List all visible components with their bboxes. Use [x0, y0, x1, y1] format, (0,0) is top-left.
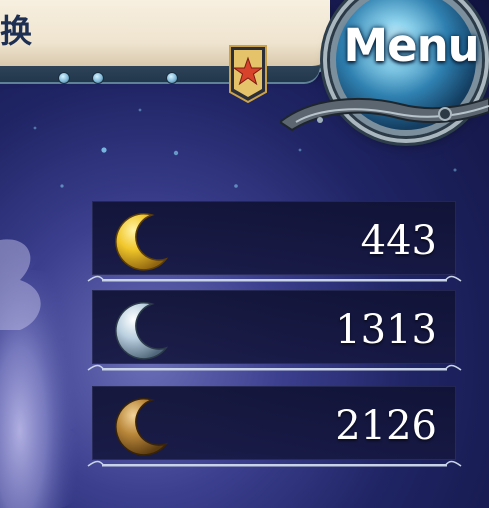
page-title: 换 [0, 12, 33, 50]
trim-gem [92, 72, 104, 84]
currency-amount: 1313 [335, 307, 437, 353]
trim-gem [166, 72, 178, 84]
trim-gem [58, 72, 70, 84]
currency-row-bronze-moon: 2126 [86, 380, 463, 468]
title-banner [0, 0, 330, 70]
currency-row-gold-moon: 443 [86, 195, 463, 283]
silver-moon-icon [115, 302, 169, 360]
currency-row-silver-moon: 1313 [86, 284, 463, 372]
gold-moon-icon [115, 213, 169, 271]
menu-ornament [280, 96, 489, 132]
bronze-moon-icon [115, 398, 169, 456]
currency-amount: 2126 [335, 403, 437, 449]
title-banner-trim [0, 66, 320, 82]
currency-amount: 443 [360, 218, 437, 264]
menu-button-label[interactable]: Menu [338, 16, 484, 76]
star-ribbon-icon[interactable] [226, 44, 270, 104]
